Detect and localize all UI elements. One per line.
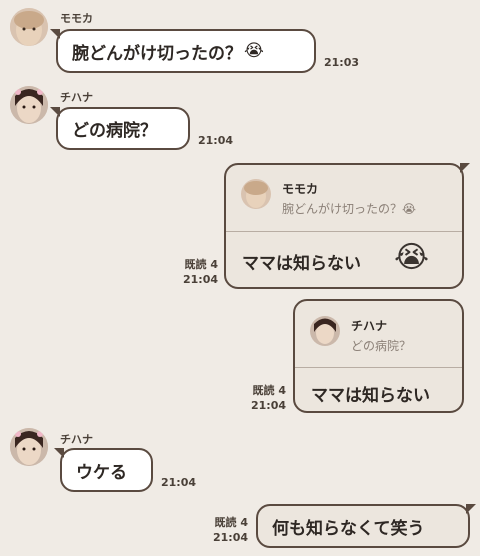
message-text: 何も知らなくて笑う [272, 518, 425, 539]
quoted-text: どの病院？ [351, 339, 412, 353]
avatar-momoka[interactable] [10, 8, 48, 46]
quoted-text: 腕どんがけ切ったの？😭 [282, 202, 417, 216]
quoted-avatar-momoka [241, 179, 271, 209]
timestamp: 21:04 [182, 273, 218, 286]
reply-divider [295, 367, 462, 368]
reply-bubble[interactable]: モモカ 腕どんがけ切ったの？😭 ママは知らない 😭 [224, 163, 470, 289]
message-text: ウケる [76, 462, 127, 483]
read-receipt: 既読 4 [214, 516, 248, 529]
timestamp: 21:04 [198, 134, 234, 147]
message-text: どの病院？ [72, 121, 157, 141]
crying-emoji-icon: 😭 [402, 202, 417, 216]
message-text: 腕どんがけ切ったの？ [72, 43, 242, 64]
avatar-chihana[interactable] [10, 428, 48, 466]
reply-divider [226, 231, 462, 232]
quoted-avatar-chihana [310, 316, 340, 346]
sender-name: モモカ [60, 12, 93, 25]
sender-name: チハナ [60, 91, 93, 104]
reply-bubble[interactable]: チハナ どの病院？ ママは知らない [293, 299, 464, 413]
crying-emoji-icon: 😭 [394, 240, 430, 275]
read-receipt: 既読 4 [252, 384, 286, 397]
timestamp: 21:04 [212, 531, 248, 544]
message-bubble[interactable]: どの病院？ [50, 107, 190, 150]
avatar-chihana[interactable] [10, 86, 48, 124]
timestamp: 21:03 [324, 56, 360, 69]
message-text: ママは知らない [311, 386, 430, 406]
timestamp: 21:04 [161, 476, 197, 489]
quoted-sender: モモカ [282, 182, 319, 196]
message-bubble[interactable]: 腕どんがけ切ったの？ 😭 [50, 29, 316, 73]
message-bubble[interactable]: 何も知らなくて笑う [256, 504, 476, 548]
message-text: ママは知らない [242, 254, 361, 274]
timestamp: 21:04 [250, 399, 286, 412]
message-bubble[interactable]: ウケる [54, 448, 153, 492]
quoted-sender: チハナ [351, 319, 388, 333]
read-receipt: 既読 4 [184, 258, 218, 271]
sender-name: チハナ [60, 433, 93, 446]
crying-emoji-icon: 😭 [244, 41, 264, 61]
